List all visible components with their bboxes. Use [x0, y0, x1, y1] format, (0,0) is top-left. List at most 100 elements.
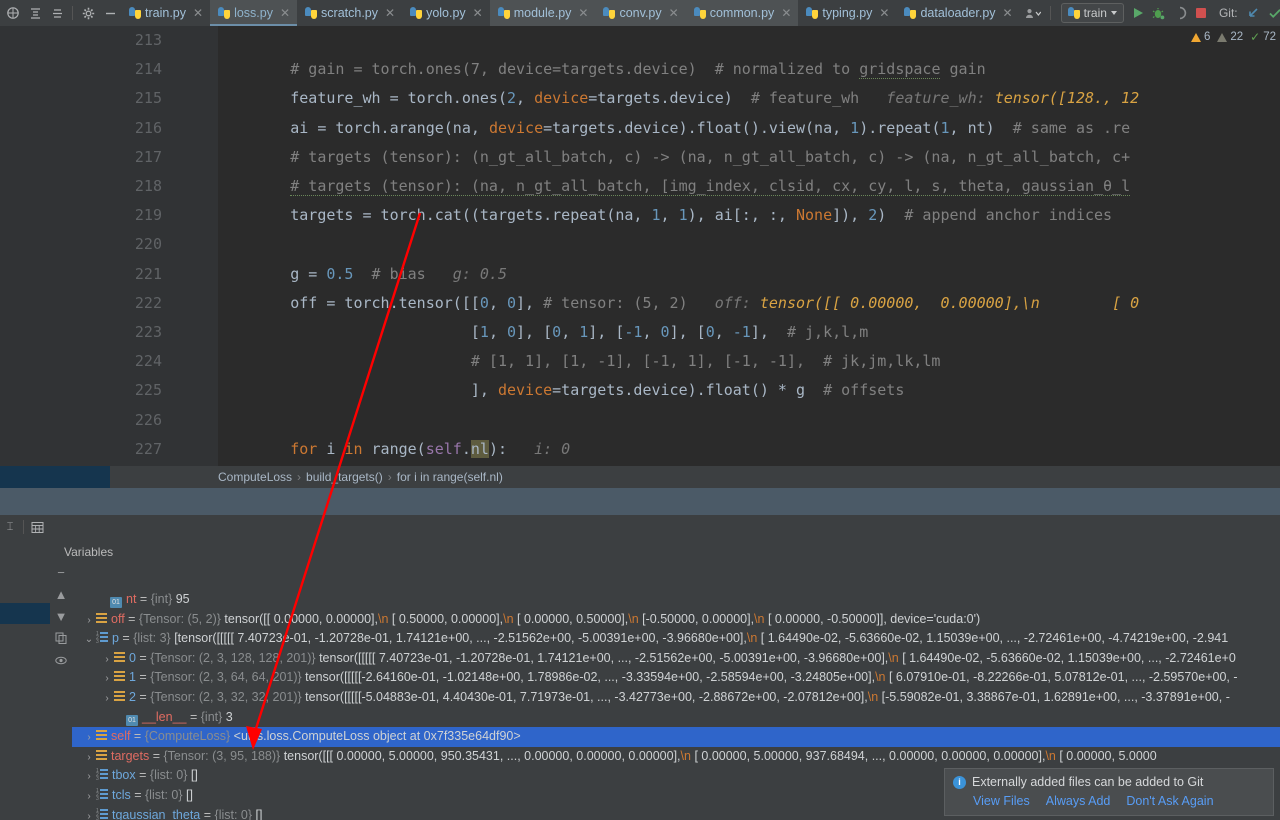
close-icon[interactable]: ✕ [193, 6, 203, 20]
view-files-link[interactable]: View Files [973, 794, 1030, 808]
tab-label: dataloader.py [920, 6, 996, 20]
update-project-icon[interactable] [1242, 2, 1264, 24]
tab-common[interactable]: common.py ✕ [685, 0, 799, 26]
variables-pane-header: Variables [54, 541, 1280, 562]
variable-row[interactable]: › 2 = {Tensor: (2, 3, 32, 32, 201)} tenso… [72, 688, 1230, 708]
variable-row[interactable]: 01 __len__ = {int} 3 [72, 708, 233, 728]
breadcrumb-item-loop[interactable]: for i in range(self.nl) [397, 470, 503, 484]
variables-view-icon[interactable]: ⌶ [0, 517, 20, 537]
tab-conv[interactable]: conv.py ✕ [595, 0, 686, 26]
variable-row[interactable]: › 1 2 3 tbox = {list: 0} [] [72, 766, 198, 786]
variable-type: {ComputeLoss} [144, 729, 234, 744]
down-icon[interactable]: ▼ [51, 606, 71, 626]
expand-arrow-icon[interactable]: › [82, 748, 96, 768]
variable-name: nt [126, 592, 137, 606]
editor-text-area[interactable]: # gain = torch.ones(7, device=targets.de… [218, 26, 1280, 466]
close-icon[interactable]: ✕ [781, 6, 791, 20]
git-label: Git: [1218, 6, 1238, 20]
breadcrumb-item-class[interactable]: ComputeLoss [218, 470, 292, 484]
expand-icon[interactable] [46, 2, 68, 24]
profile-icon[interactable] [1020, 2, 1046, 24]
breadcrumb[interactable]: ComputeLoss › build_targets() › for i in… [0, 466, 1280, 488]
line-number: 216 [134, 118, 162, 137]
code-editor[interactable]: 213 214 215 216 217 218 219 220 221 222 223 224 225 2… [0, 26, 1280, 466]
line-number: 215 [134, 89, 162, 108]
close-icon[interactable]: ✕ [669, 6, 679, 20]
line-number: 213 [134, 31, 162, 49]
variable-row[interactable]: ⌄ 1 2 3 p = {list: 3} [tensor([[[[[ 7.40723e… [72, 629, 1228, 649]
commit-icon[interactable] [1264, 2, 1280, 24]
expand-arrow-icon[interactable]: › [100, 650, 114, 670]
code-folding-gutter[interactable] [170, 26, 371, 466]
expand-arrow-icon[interactable]: › [82, 787, 96, 807]
dont-ask-again-link[interactable]: Don't Ask Again [1126, 794, 1213, 808]
tab-label: loss.py [234, 6, 273, 20]
variable-row[interactable]: › 1 2 3 tgaussian_theta = {list: 0} [] [72, 806, 262, 820]
expand-arrow-icon[interactable]: › [82, 767, 96, 787]
close-icon[interactable]: ✕ [280, 6, 290, 20]
debugger-toolbar-divider [23, 520, 24, 534]
debugger-toolbar: ⌶ [0, 515, 1280, 539]
inspection-summary[interactable]: 6 22 ✓ 72 [1190, 30, 1276, 44]
variable-name: tgaussian_theta [112, 807, 201, 820]
expand-arrow-icon[interactable]: › [82, 728, 96, 748]
eye-icon[interactable] [51, 650, 71, 670]
object-value-icon [96, 730, 107, 741]
close-icon[interactable]: ✕ [578, 6, 588, 20]
variable-type: {Tensor: (5, 2)} [138, 611, 225, 626]
expand-arrow-icon[interactable]: ⌄ [82, 630, 96, 650]
breadcrumb-item-method[interactable]: build_targets() [306, 470, 383, 484]
up-icon[interactable]: ▲ [51, 584, 71, 604]
run-configuration-selector[interactable]: train [1060, 3, 1124, 23]
variable-row[interactable]: › 0 = {Tensor: (2, 3, 128, 128, 201)} ten… [72, 649, 1236, 670]
remove-watch-icon[interactable]: − [51, 562, 71, 582]
variable-row[interactable]: › off = {Tensor: (5, 2)} tensor([[ 0.0000… [72, 610, 980, 630]
coverage-icon[interactable] [1169, 2, 1191, 24]
variable-row[interactable]: 01 nt = {int} 95 [72, 590, 190, 610]
tab-typing[interactable]: typing.py ✕ [798, 0, 897, 26]
number-value-icon: 01 [110, 597, 122, 608]
line-number: 214 [134, 60, 162, 79]
tab-scratch[interactable]: scratch.py ✕ [297, 0, 403, 26]
variable-value: tensor([[ 0.00000, 0.00000], [224, 611, 378, 626]
tab-dataloader[interactable]: dataloader.py ✕ [896, 0, 1020, 26]
table-view-icon[interactable] [27, 517, 47, 537]
variable-type: {list: 0} [145, 788, 186, 802]
variable-row[interactable]: › targets = {Tensor: (3, 95, 188)} tensor… [72, 747, 1156, 768]
copy-icon[interactable] [51, 628, 71, 648]
tab-loss[interactable]: loss.py ✕ [210, 0, 298, 26]
debug-step-icon[interactable] [2, 2, 24, 24]
list-value-icon: 123 [96, 769, 108, 782]
debug-icon[interactable] [1147, 2, 1169, 24]
always-add-link[interactable]: Always Add [1046, 794, 1111, 808]
collapse-icon[interactable] [24, 2, 46, 24]
variables-title: Variables [64, 544, 114, 559]
variable-row[interactable]: › 1 2 3 tcls = {list: 0} [] [72, 786, 193, 806]
notification-actions: View Files Always Add Don't Ask Again [953, 794, 1265, 808]
expand-arrow-icon[interactable]: › [100, 669, 114, 689]
tab-label: conv.py [619, 6, 662, 20]
variable-row[interactable]: › self = {ComputeLoss} <utils.loss.Comput… [72, 727, 1280, 747]
expand-arrow-icon[interactable]: › [82, 611, 96, 631]
run-icon[interactable] [1133, 8, 1143, 18]
debugger-left-rail [0, 539, 26, 820]
close-icon[interactable]: ✕ [473, 6, 483, 20]
close-icon[interactable]: ✕ [385, 6, 395, 20]
settings-gear-icon[interactable] [77, 2, 99, 24]
toolbar-right: train Git: [1020, 0, 1280, 26]
stop-icon[interactable] [1195, 8, 1206, 18]
expand-arrow-icon[interactable]: › [82, 807, 96, 820]
line-number: 224 [134, 352, 162, 371]
expand-arrow-icon[interactable]: › [100, 689, 114, 709]
variable-value: [ 1.64490e-02, -5.63660e-02, 1.15039e+00… [898, 650, 1236, 665]
variable-type: {Tensor: (2, 3, 32, 32, 201)} [150, 690, 306, 704]
git-notification-popup[interactable]: i Externally added files can be added to… [944, 768, 1274, 816]
minimize-icon[interactable] [99, 2, 121, 24]
tab-yolo[interactable]: yolo.py ✕ [402, 0, 490, 26]
tab-train[interactable]: train.py ✕ [121, 0, 211, 26]
close-icon[interactable]: ✕ [879, 6, 889, 20]
variable-row[interactable]: › 1 = {Tensor: (2, 3, 64, 64, 201)} tenso… [72, 668, 1237, 689]
close-icon[interactable]: ✕ [1003, 6, 1013, 20]
tab-module[interactable]: module.py ✕ [489, 0, 596, 26]
variable-value: [tensor([[[[[ 7.40723e-01, -1.20728e-01,… [174, 631, 747, 646]
